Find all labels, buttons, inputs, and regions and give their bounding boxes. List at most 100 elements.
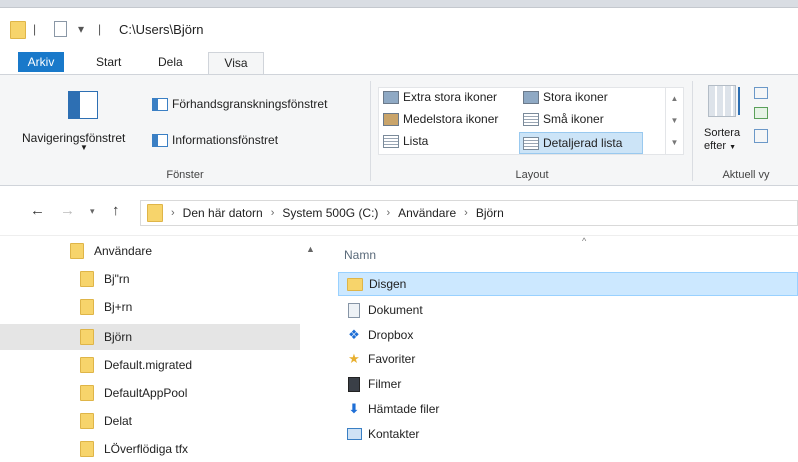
documents-icon [346,302,362,318]
recent-locations-icon[interactable]: ▾ [90,206,95,217]
back-arrow-icon[interactable]: ← [30,202,45,219]
scroll-down-icon[interactable]: ▼ [666,110,683,132]
gallery-scroll[interactable]: ▲ ▼ ▼ [665,88,683,154]
size-columns-icon[interactable] [754,129,768,143]
download-icon: ⬇ [348,401,360,416]
breadcrumb-users[interactable]: Användare [398,206,456,220]
list-icon [383,134,399,148]
ribbon: Navigeringsfönstret ▼ Förhandsgranskning… [0,74,798,186]
sidebar-item-label: DefaultAppPool [104,386,188,400]
layout-option-label: Små ikoner [543,112,604,126]
dropdown-icon[interactable]: ▾ [78,22,84,36]
scroll-up-icon[interactable]: ▲ [306,244,315,254]
file-name: Hämtade filer [368,402,440,416]
layout-large-icons[interactable]: Stora ikoner [523,90,608,104]
folder-icon [80,299,94,315]
sidebar-item[interactable]: Delat [0,408,300,434]
sort-by-label-2: efter ▼ [704,140,740,154]
folder-icon [80,357,94,373]
title-bar: | ▾ | C:\Users\Björn [0,8,798,48]
address-row: ← → ▾ ↑ › Den här datorn › System 500G (… [0,186,798,236]
layout-details[interactable]: Detaljerad lista [519,132,643,154]
sidebar-item[interactable]: Bj+rn [0,294,300,320]
folder-icon [80,329,94,345]
sidebar-item[interactable]: LÖverflödiga tfx [0,436,300,462]
file-list: ^ Namn Disgen Dokument ❖ Dropbox ★ Favor… [328,236,798,450]
layout-extra-large-icons[interactable]: Extra stora ikoner [383,90,497,104]
sidebar-item-label: Bj"rn [104,272,130,286]
sort-by-label: Sortera [704,127,741,139]
star-icon: ★ [348,351,360,366]
extra-large-icons-icon [383,90,399,104]
layout-option-label: Extra stora ikoner [403,90,498,104]
sidebar-item-label: Bj+rn [104,300,133,314]
layout-option-label: Detaljerad lista [543,136,623,150]
folder-icon [70,243,84,259]
chevron-right-icon[interactable]: › [386,207,390,219]
preview-pane-button[interactable]: Förhandsgranskningsfönstret [152,97,327,111]
folder-icon [80,441,94,457]
group-by-icon[interactable] [754,87,768,99]
file-row[interactable]: Kontakter [338,422,798,446]
add-columns-icon[interactable] [754,107,768,119]
tab-home[interactable]: Start [86,52,131,74]
sidebar-item-label: Default.migrated [104,358,193,372]
navigation-pane-icon [68,91,98,119]
file-name: Kontakter [368,427,420,441]
sort-by-button[interactable]: Sortera efter ▼ [704,127,740,154]
folder-icon [80,413,94,429]
tab-file[interactable]: Arkiv [18,52,64,72]
tab-share[interactable]: Dela [148,52,193,74]
chevron-right-icon[interactable]: › [464,207,468,219]
sidebar-item-selected[interactable]: Björn [0,324,300,350]
folder-icon [10,21,26,39]
layout-gallery: Extra stora ikoner Stora ikoner Medelsto… [378,87,684,155]
chevron-right-icon[interactable]: › [171,207,175,219]
forward-arrow-icon[interactable]: → [60,202,75,219]
navigation-pane-label: Navigeringsfönstret [22,131,126,145]
details-icon [523,136,539,150]
breadcrumb-this-pc[interactable]: Den här datorn [183,206,263,220]
sort-ascending-icon: ^ [582,236,587,246]
file-row[interactable]: Dokument [338,298,798,322]
contacts-icon [346,426,362,442]
sidebar-item[interactable]: DefaultAppPool [0,380,300,406]
layout-option-label: Lista [403,134,429,148]
file-name: Dropbox [368,328,414,342]
layout-list[interactable]: Lista [383,134,428,148]
sidebar-item[interactable]: Bj"rn [0,266,300,292]
breadcrumb[interactable]: › Den här datorn › System 500G (C:) › An… [140,200,798,226]
current-view-group: Sortera efter ▼ Aktuell vy [694,75,798,185]
folder-icon [80,385,94,401]
file-row-selected[interactable]: Disgen [338,272,798,296]
navigation-pane-button[interactable]: Navigeringsfönstret ▼ [18,91,152,157]
layout-medium-icons[interactable]: Medelstora ikoner [383,112,498,126]
breadcrumb-system-drive[interactable]: System 500G (C:) [282,206,378,220]
up-arrow-icon[interactable]: ↑ [112,202,120,219]
small-icons-icon [523,112,539,126]
separator-icon: | [98,22,102,36]
folder-icon [147,204,163,222]
file-row[interactable]: Filmer [338,372,798,396]
file-row[interactable]: ★ Favoriter [338,347,798,371]
details-pane-button[interactable]: Informationsfönstret [152,133,278,147]
breadcrumb-bjorn[interactable]: Björn [476,206,504,220]
layout-small-icons[interactable]: Små ikoner [523,112,604,126]
expand-gallery-icon[interactable]: ▼ [666,132,683,154]
layout-option-label: Stora ikoner [543,90,608,104]
sidebar-item-users[interactable]: Användare [0,238,300,264]
file-row[interactable]: ❖ Dropbox [338,323,798,347]
column-header-name[interactable]: Namn [344,248,376,262]
file-row[interactable]: ⬇ Hämtade filer [338,397,798,421]
preview-pane-icon [152,97,168,111]
chevron-right-icon[interactable]: › [271,207,275,219]
scroll-up-icon[interactable]: ▲ [666,88,683,110]
panes-group: Navigeringsfönstret ▼ Förhandsgranskning… [0,75,370,185]
medium-icons-icon [383,112,399,126]
dropbox-icon: ❖ [348,327,360,342]
properties-icon[interactable] [54,21,67,37]
details-pane-icon [152,133,168,147]
group-label-layout: Layout [515,169,549,181]
sidebar-item[interactable]: Default.migrated [0,352,300,378]
tab-view[interactable]: Visa [208,52,264,74]
